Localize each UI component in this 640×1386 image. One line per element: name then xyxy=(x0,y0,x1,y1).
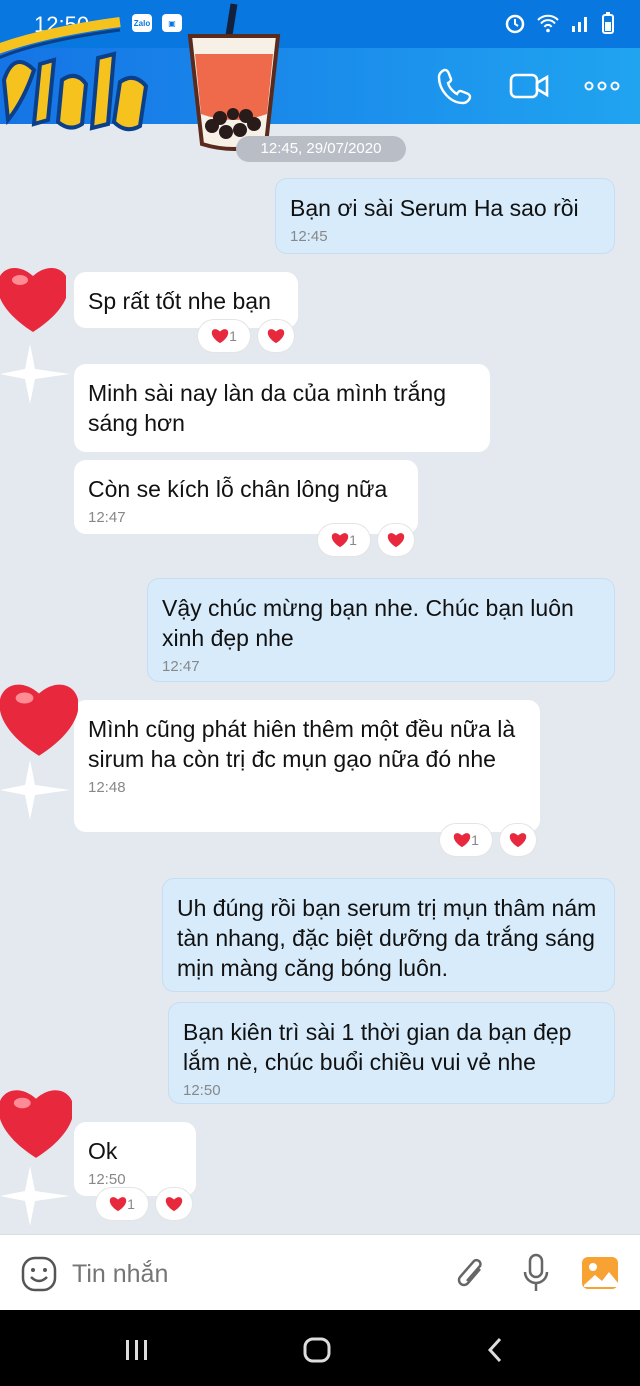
sparkle-icon xyxy=(0,1166,70,1226)
home-icon[interactable] xyxy=(302,1336,332,1364)
heart-sticker-icon xyxy=(0,684,78,756)
recent-apps-icon[interactable] xyxy=(124,1338,150,1362)
system-nav-bar xyxy=(0,1310,640,1386)
heart-sticker-icon xyxy=(0,1090,72,1158)
message-text: Sp rất tốt nhe bạn xyxy=(88,288,271,314)
heart-icon xyxy=(267,329,285,344)
react-heart-button[interactable] xyxy=(156,1188,192,1220)
react-heart-button[interactable] xyxy=(258,320,294,352)
message-text: Vậy chúc mừng bạn nhe. Chúc bạn luôn xin… xyxy=(162,595,574,651)
microphone-icon[interactable] xyxy=(520,1253,552,1295)
more-options-icon[interactable] xyxy=(584,80,620,92)
message-time: 12:50 xyxy=(183,1082,221,1099)
image-gallery-icon[interactable] xyxy=(580,1253,620,1293)
sparkle-icon xyxy=(0,760,70,820)
reaction-count[interactable]: 1 xyxy=(440,824,492,856)
message-time: 12:50 xyxy=(88,1171,126,1188)
message-text: Mình cũng phát hiên thêm một đều nữa là … xyxy=(88,716,516,772)
message-bubble-in[interactable]: Minh sài nay làn da của mình trắng sáng … xyxy=(74,364,490,452)
message-text: Ok xyxy=(88,1138,118,1164)
message-bubble-in[interactable]: Sp rất tốt nhe bạn xyxy=(74,272,298,328)
sparkle-icon xyxy=(0,344,70,404)
heart-icon xyxy=(165,1197,183,1212)
message-bubble-in[interactable]: Ok 12:50 xyxy=(74,1122,196,1196)
heart-icon xyxy=(211,329,229,344)
attachment-icon[interactable] xyxy=(454,1255,488,1293)
heart-icon xyxy=(331,533,349,548)
message-text: Còn se kích lỗ chân lông nữa xyxy=(88,476,388,502)
back-icon[interactable] xyxy=(484,1336,506,1364)
heart-sticker-icon xyxy=(0,268,66,332)
message-text: Bạn ơi sài Serum Ha sao rồi xyxy=(290,195,579,221)
message-input-bar xyxy=(0,1234,640,1311)
heart-icon xyxy=(109,1197,127,1212)
heart-icon xyxy=(509,833,527,848)
reaction-count[interactable]: 1 xyxy=(96,1188,148,1220)
heart-icon xyxy=(387,533,405,548)
react-heart-button[interactable] xyxy=(500,824,536,856)
message-input[interactable] xyxy=(70,1251,434,1297)
message-list[interactable]: 12:45, 29/07/2020 Bạn ơi sài Serum Ha sa… xyxy=(0,124,640,1234)
message-bubble-out[interactable]: Uh đúng rồi bạn serum trị mụn thâm nám t… xyxy=(162,878,615,992)
message-bubble-out[interactable]: Vậy chúc mừng bạn nhe. Chúc bạn luôn xin… xyxy=(147,578,615,682)
reaction-count[interactable]: 1 xyxy=(198,320,250,352)
alarm-icon xyxy=(505,14,525,34)
reaction-count[interactable]: 1 xyxy=(318,524,370,556)
signal-icon xyxy=(572,17,587,32)
message-bubble-out[interactable]: Bạn ơi sài Serum Ha sao rồi 12:45 xyxy=(275,178,615,254)
video-call-icon[interactable] xyxy=(508,66,550,106)
date-separator: 12:45, 29/07/2020 xyxy=(236,136,406,162)
message-bubble-in[interactable]: Mình cũng phát hiên thêm một đều nữa là … xyxy=(74,700,540,832)
message-time: 12:48 xyxy=(88,779,126,796)
message-text: Bạn kiên trì sài 1 thời gian da bạn đẹp … xyxy=(183,1019,572,1075)
heart-icon xyxy=(453,833,471,848)
wifi-icon xyxy=(537,14,559,33)
battery-icon xyxy=(602,12,614,34)
phone-call-icon[interactable] xyxy=(436,66,472,106)
message-time: 12:47 xyxy=(162,658,200,675)
message-bubble-in[interactable]: Còn se kích lỗ chân lông nữa 12:47 xyxy=(74,460,418,534)
emoji-sticker-icon[interactable] xyxy=(20,1255,58,1293)
message-time: 12:45 xyxy=(290,228,328,245)
react-heart-button[interactable] xyxy=(378,524,414,556)
message-bubble-out[interactable]: Bạn kiên trì sài 1 thời gian da bạn đẹp … xyxy=(168,1002,615,1104)
message-text: Minh sài nay làn da của mình trắng sáng … xyxy=(88,380,446,436)
message-text: Uh đúng rồi bạn serum trị mụn thâm nám t… xyxy=(177,895,597,981)
